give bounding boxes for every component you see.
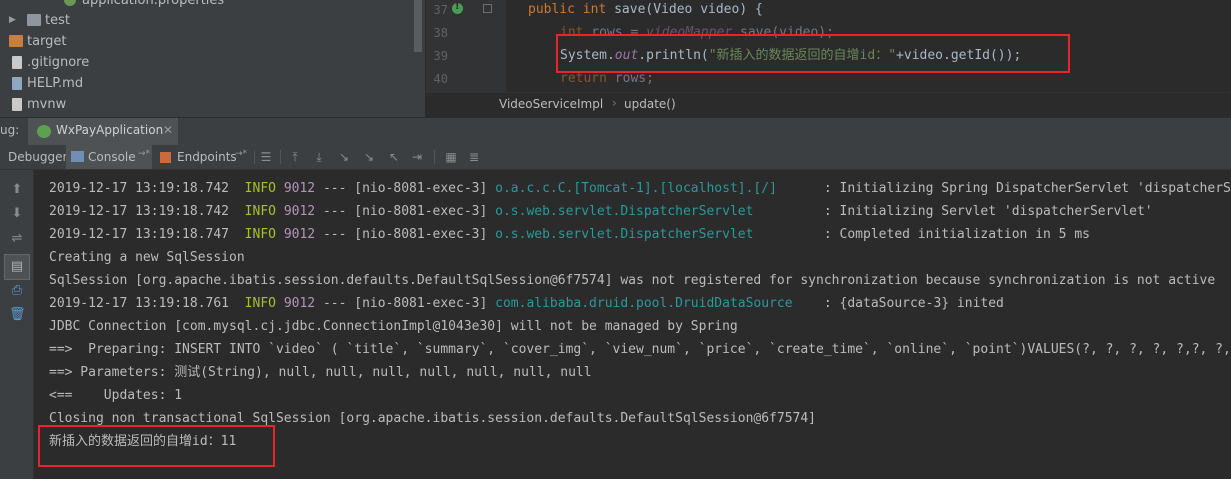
step-out-icon[interactable]: ↖: [387, 150, 401, 164]
down-arrow-icon[interactable]: ⬇: [9, 206, 25, 222]
console-line: ==> Parameters: 测试(String), null, null, …: [49, 365, 592, 380]
folder-icon: [27, 14, 41, 26]
editor-gutter: 37 38 39 40: [426, 0, 506, 92]
panel-divider[interactable]: [412, 0, 426, 117]
breadcrumb: VideoServiceImpl › update(): [426, 92, 1231, 117]
scroll-to-end-icon[interactable]: ▤: [9, 259, 25, 275]
breadcrumb-method[interactable]: update(): [624, 97, 676, 111]
console-line: 2019-12-17 13:19:18.761 INFO 9012 --- [n…: [49, 296, 1004, 311]
implementation-marker-icon[interactable]: [452, 1, 463, 14]
project-tree: application.properties ▶ test target .gi…: [0, 0, 412, 117]
console-line: 2019-12-17 13:19:18.747 INFO 9012 --- [n…: [49, 227, 1090, 242]
console-line: 2019-12-17 13:19:18.742 INFO 9012 --- [n…: [49, 204, 1153, 219]
tab-wxpayapplication[interactable]: WxPayApplication ✕: [28, 118, 178, 145]
run-to-cursor-icon[interactable]: ⇥: [410, 150, 424, 164]
pin-icon[interactable]: →*: [235, 149, 247, 159]
debug-window-header: ug: WxPayApplication ✕: [0, 117, 1231, 145]
frames-icon[interactable]: ☰: [259, 150, 273, 164]
console-line: <== Updates: 1: [49, 388, 183, 403]
console-line: SqlSession [org.apache.ibatis.session.de…: [49, 273, 1216, 288]
toolbar-separator: [254, 150, 255, 164]
console-side-toolbar: ⬆ ⬇ ⇌ ▤ ⎙ 🗑: [0, 170, 34, 479]
console-line: Creating a new SqlSession: [49, 250, 245, 265]
console-icon: [71, 151, 84, 162]
code-line-37: public int save(Video video) {: [528, 2, 763, 17]
tab-label: WxPayApplication: [56, 123, 164, 137]
evaluate-expression-icon[interactable]: ▦: [444, 150, 458, 164]
console-line: JDBC Connection [com.mysql.cj.jdbc.Conne…: [49, 319, 738, 334]
debug-toolbar: Debugger Console →* Endpoints →* ☰ ⤒ ⤓ ↘…: [0, 145, 1231, 170]
toolbar-separator: [280, 150, 281, 164]
toolbar-separator: [434, 150, 435, 164]
result-highlight-box: [38, 425, 275, 467]
file-icon: [12, 56, 22, 69]
show-execution-point-icon[interactable]: ⤒: [288, 150, 302, 164]
close-icon[interactable]: ✕: [163, 123, 173, 137]
breadcrumb-class[interactable]: VideoServiceImpl: [499, 97, 603, 111]
tab-debugger[interactable]: Debugger: [8, 145, 67, 169]
step-into-icon[interactable]: ↘: [337, 150, 351, 164]
spring-boot-icon: [37, 125, 51, 138]
console-line: ==> Preparing: INSERT INTO `video` ( `ti…: [49, 342, 1231, 357]
file-icon: [12, 98, 22, 111]
step-over-icon[interactable]: ⤓: [312, 150, 326, 164]
markdown-file-icon: [12, 77, 22, 90]
breadcrumb-separator-icon: ›: [612, 96, 617, 110]
console-line: 2019-12-17 13:19:18.742 INFO 9012 --- [n…: [49, 181, 1231, 196]
tree-scrollbar[interactable]: [414, 0, 422, 52]
print-icon[interactable]: ⎙: [9, 283, 25, 299]
pin-icon[interactable]: →*: [138, 149, 150, 159]
line-number: 38: [433, 26, 448, 40]
soft-wrap-icon[interactable]: ⇌: [9, 231, 25, 247]
tab-label: Console: [88, 150, 136, 164]
force-step-into-icon[interactable]: ↘: [362, 150, 376, 164]
endpoints-icon: [160, 152, 171, 163]
expand-arrow-icon[interactable]: ▶: [9, 10, 16, 31]
code-highlight-box: [556, 34, 1070, 73]
properties-file-icon: [64, 0, 76, 6]
tab-endpoints[interactable]: Endpoints: [177, 145, 237, 169]
line-number: 37: [433, 3, 448, 17]
trace-icon[interactable]: ≣: [467, 150, 481, 164]
line-number: 40: [433, 72, 448, 86]
tab-console[interactable]: Console →*: [66, 145, 152, 169]
folder-icon: [9, 35, 23, 47]
up-arrow-icon[interactable]: ⬆: [9, 182, 25, 198]
fold-icon[interactable]: [483, 4, 492, 13]
debug-title-label: ug:: [0, 123, 20, 137]
clear-all-icon[interactable]: 🗑: [9, 307, 26, 323]
line-number: 39: [433, 49, 448, 63]
